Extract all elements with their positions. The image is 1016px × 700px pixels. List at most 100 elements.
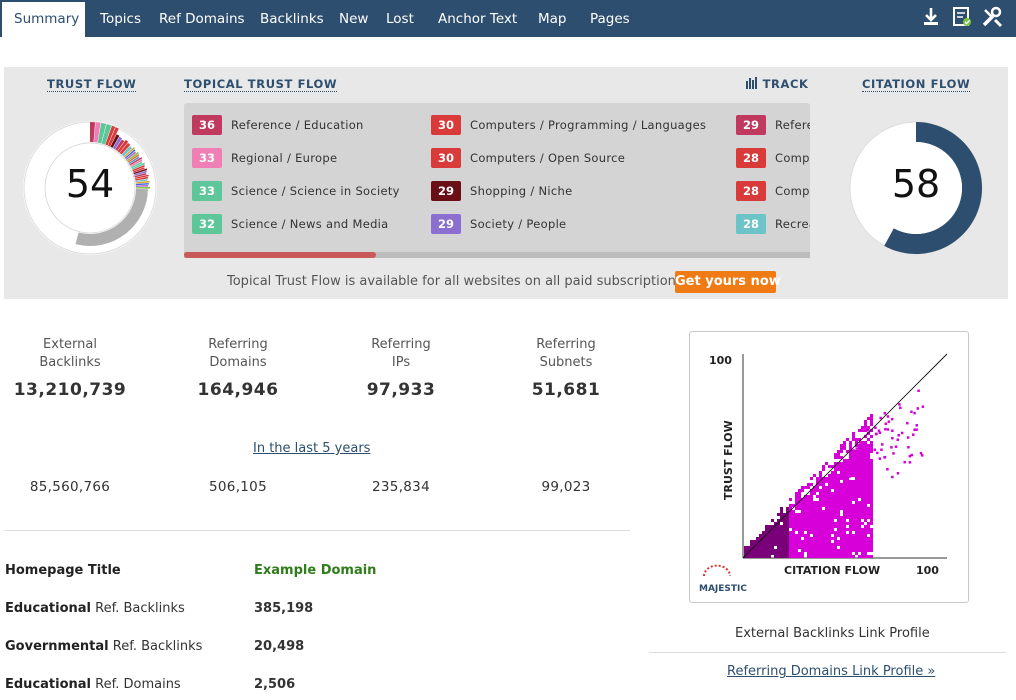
scatter-cell <box>843 546 846 549</box>
scatter-cell <box>864 510 867 513</box>
scatter-cell <box>858 492 861 495</box>
scatter-cell <box>843 441 846 444</box>
scatter-cell <box>825 531 828 534</box>
tab-backlinks[interactable]: Backlinks <box>260 0 324 37</box>
scatter-cell <box>831 531 834 534</box>
tab-summary[interactable]: Summary <box>2 2 85 37</box>
link-profile-chart-box[interactable]: 100 100 CITATION FLOW TRUST FLOW MAJESTI… <box>689 331 969 603</box>
topic-row[interactable]: 29 Refere <box>736 114 810 136</box>
scatter-cell <box>831 510 834 513</box>
last-5-years-link[interactable]: In the last 5 years <box>253 441 370 456</box>
topic-row[interactable]: 28 Recrea <box>736 213 810 235</box>
scatter-cell <box>828 510 831 513</box>
referring-domains-link-profile-link[interactable]: Referring Domains Link Profile » <box>727 664 935 679</box>
tab-pages[interactable]: Pages <box>590 0 630 37</box>
scatter-cell <box>870 498 873 501</box>
scatter-cell <box>864 429 867 432</box>
topic-row[interactable]: 33 Regional / Europe <box>192 147 337 169</box>
scatter-cell <box>840 552 843 555</box>
scatter-cell <box>840 555 843 558</box>
scatter-cell <box>861 507 864 510</box>
scatter-cell <box>798 504 801 507</box>
scatter-cell <box>855 438 858 441</box>
scatter-cell <box>870 516 873 519</box>
scatter-cell <box>828 540 831 543</box>
scatter-cell <box>804 498 807 501</box>
scatter-cell <box>816 495 819 498</box>
scatter-cell <box>837 519 840 522</box>
topic-row[interactable]: 33 Science / Science in Society <box>192 180 400 202</box>
scatter-cell <box>840 528 843 531</box>
topic-row[interactable]: 28 Compu <box>736 180 810 202</box>
scatter-cell <box>813 519 816 522</box>
scatter-cell <box>819 501 822 504</box>
scatter-cell <box>837 450 840 453</box>
scatter-cell <box>861 549 864 552</box>
scatter-cell <box>858 546 861 549</box>
scatter-cell <box>864 456 867 459</box>
scatter-cell <box>753 540 756 543</box>
topics-scrollbar-thumb[interactable] <box>184 252 376 258</box>
scatter-cell <box>765 537 768 540</box>
scatter-cell <box>846 528 849 531</box>
scatter-outlier <box>846 472 849 475</box>
scatter-cell <box>834 507 837 510</box>
scatter-cell <box>867 522 870 525</box>
topic-row[interactable]: 28 Compu <box>736 147 810 169</box>
scatter-cell <box>777 525 780 528</box>
scatter-cell <box>870 459 873 462</box>
tab-map[interactable]: Map <box>538 0 567 37</box>
scatter-cell <box>861 516 864 519</box>
scatter-cell <box>810 477 813 480</box>
scatter-cell <box>870 501 873 504</box>
scatter-cell <box>813 492 816 495</box>
report-icon[interactable] <box>951 6 973 28</box>
educational-ref-domains-label: Educational Ref. Domains <box>5 677 181 692</box>
scatter-cell <box>840 444 843 447</box>
scatter-cell <box>855 456 858 459</box>
scatter-cell <box>807 519 810 522</box>
topic-row[interactable]: 30 Computers / Programming / Languages <box>431 114 706 136</box>
scatter-cell <box>849 459 852 462</box>
scatter-cell <box>807 546 810 549</box>
tab-ref-domains[interactable]: Ref Domains <box>159 0 245 37</box>
stat-value-referring-ips: 97,933 <box>366 380 436 400</box>
tab-lost[interactable]: Lost <box>386 0 414 37</box>
scatter-cell <box>822 540 825 543</box>
scatter-cell <box>801 516 804 519</box>
topic-row[interactable]: 32 Science / News and Media <box>192 213 389 235</box>
tab-new[interactable]: New <box>339 0 368 37</box>
topic-row[interactable]: 29 Society / People <box>431 213 566 235</box>
scatter-outlier <box>907 445 910 449</box>
download-icon[interactable] <box>921 6 943 28</box>
scatter-cell <box>825 510 828 513</box>
tab-anchor-text[interactable]: Anchor Text <box>438 0 517 37</box>
scatter-cell <box>855 510 858 513</box>
scatter-cell <box>837 552 840 555</box>
scatter-cell <box>849 546 852 549</box>
topic-row[interactable]: 29 Shopping / Niche <box>431 180 572 202</box>
topic-row[interactable]: 30 Computers / Open Source <box>431 147 625 169</box>
scatter-cell <box>816 504 819 507</box>
topical-trust-flow-title[interactable]: TOPICAL TRUST FLOW <box>184 77 338 92</box>
get-yours-now-button[interactable]: Get yours now <box>675 271 781 293</box>
scatter-cell <box>780 534 783 537</box>
tab-topics[interactable]: Topics <box>100 0 141 37</box>
scatter-cell <box>828 549 831 552</box>
scatter-cell <box>849 543 852 546</box>
scatter-cell <box>840 537 843 540</box>
scatter-cell <box>801 501 804 504</box>
scatter-cell <box>861 528 864 531</box>
scatter-cell <box>807 504 810 507</box>
scatter-cell <box>846 495 849 498</box>
scatter-cell <box>831 516 834 519</box>
topic-label: Computers / Open Source <box>470 151 626 165</box>
scatter-cell <box>837 543 840 546</box>
tools-icon[interactable] <box>981 6 1003 28</box>
scatter-cell <box>861 510 864 513</box>
scatter-cell <box>849 456 852 459</box>
track-button[interactable]: TRACK <box>746 77 809 92</box>
scatter-cell <box>852 456 855 459</box>
topic-row[interactable]: 36 Reference / Education <box>192 114 364 136</box>
scatter-cell <box>798 537 801 540</box>
